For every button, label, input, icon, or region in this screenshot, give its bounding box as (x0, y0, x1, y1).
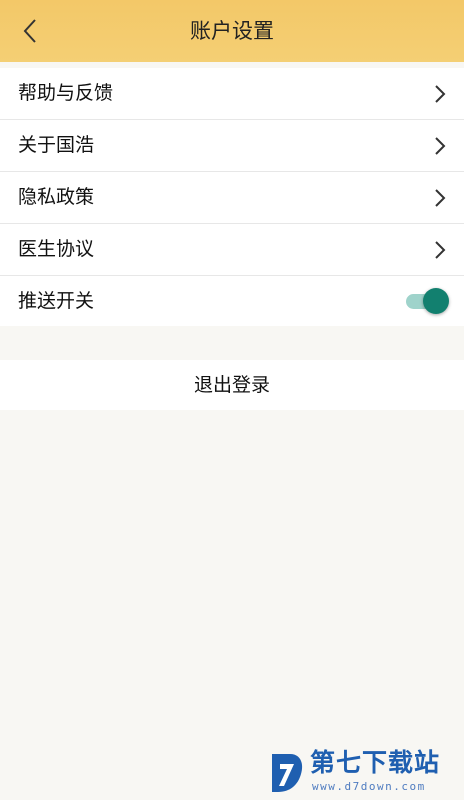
push-toggle-switch[interactable] (406, 288, 449, 314)
chevron-right-icon (435, 189, 446, 207)
header-bar: 账户设置 (0, 0, 464, 62)
menu-item-label: 关于国浩 (18, 134, 95, 156)
menu-item-label: 医生协议 (18, 238, 95, 260)
menu-item-about[interactable]: 关于国浩 (0, 120, 464, 172)
menu-item-help-feedback[interactable]: 帮助与反馈 (0, 68, 464, 120)
chevron-right-icon (435, 85, 446, 103)
d7-logo-icon (272, 754, 303, 792)
watermark: 第七下载站 www.d7down.com (268, 748, 458, 796)
toggle-knob (423, 288, 449, 314)
menu-item-doctor-agreement[interactable]: 医生协议 (0, 224, 464, 276)
logout-button[interactable]: 退出登录 (0, 360, 464, 410)
settings-menu: 帮助与反馈 关于国浩 隐私政策 医生协议 推送开关 (0, 68, 464, 326)
menu-item-privacy-policy[interactable]: 隐私政策 (0, 172, 464, 224)
push-toggle-label: 推送开关 (18, 290, 95, 312)
chevron-left-icon (23, 19, 36, 43)
chevron-right-icon (435, 137, 446, 155)
menu-item-label: 帮助与反馈 (18, 82, 114, 104)
menu-item-label: 隐私政策 (18, 186, 95, 208)
watermark-url: www.d7down.com (312, 780, 426, 793)
watermark-title: 第七下载站 (310, 748, 441, 777)
menu-item-push-toggle: 推送开关 (0, 276, 464, 326)
back-button[interactable] (14, 14, 48, 48)
page-title: 账户设置 (190, 19, 274, 43)
chevron-right-icon (435, 241, 446, 259)
